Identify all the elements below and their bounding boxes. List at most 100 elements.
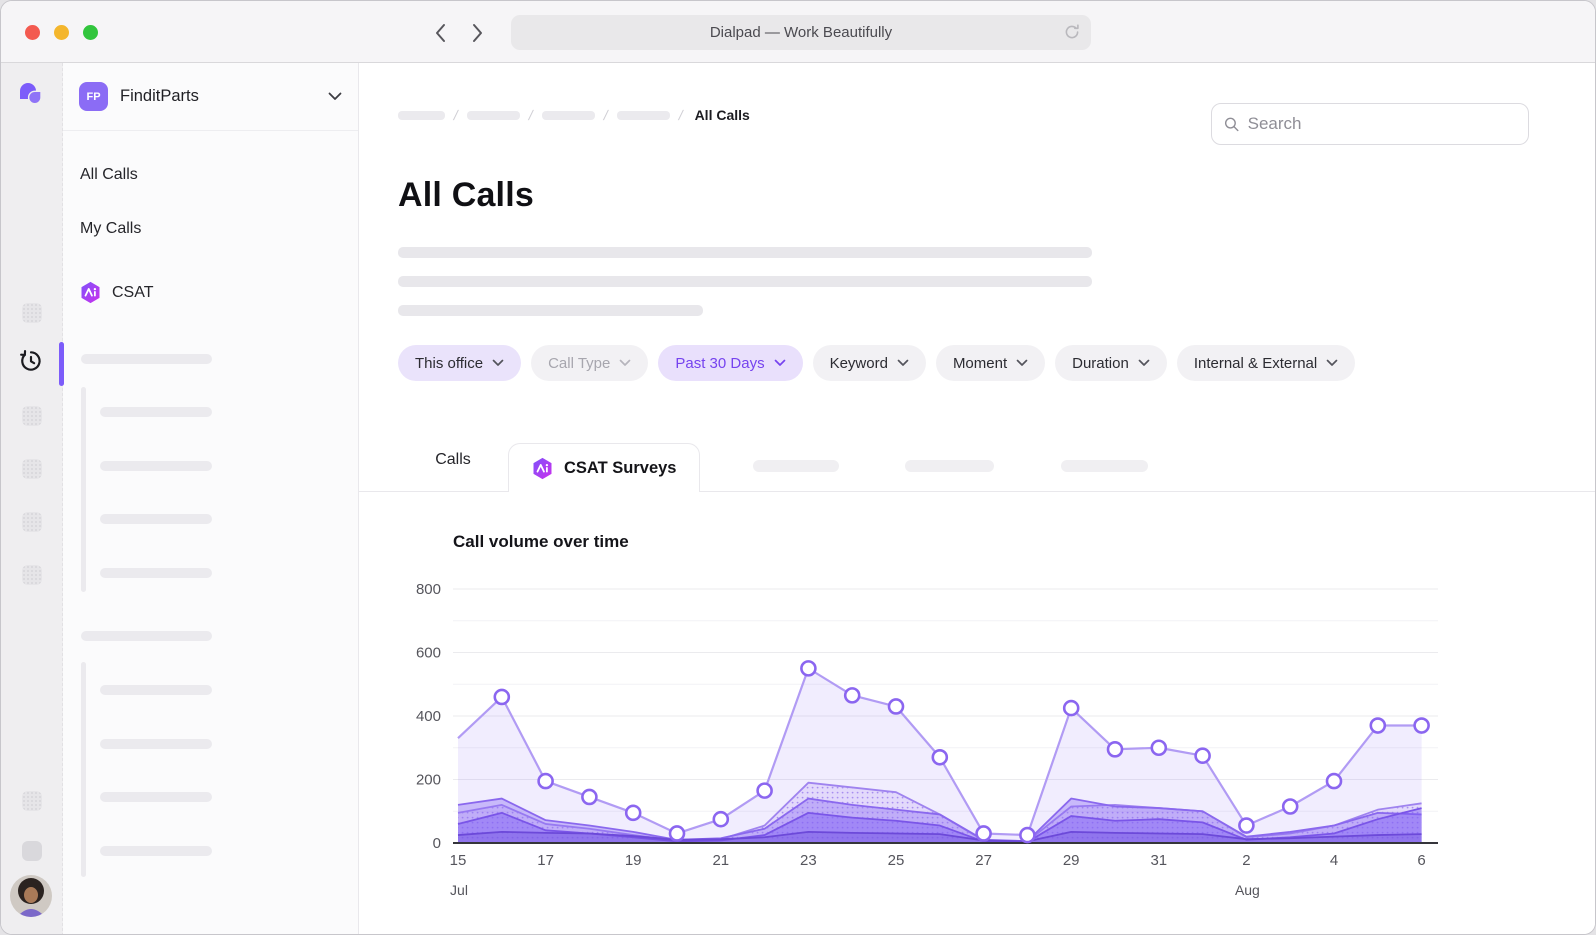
main-content: / / / / All Calls All Calls This office … — [359, 63, 1596, 935]
chevron-down-icon — [897, 359, 909, 367]
tab-label: CSAT Surveys — [564, 459, 677, 478]
sidebar-item-my-calls[interactable]: My Calls — [80, 220, 141, 238]
filter-label: Duration — [1072, 355, 1129, 372]
svg-text:Jul: Jul — [450, 882, 468, 898]
filter-label: Keyword — [830, 355, 888, 372]
chevron-down-icon — [1326, 359, 1338, 367]
chevron-left-icon — [434, 23, 446, 43]
svg-text:21: 21 — [712, 852, 729, 869]
skeleton-list-item — [100, 846, 212, 856]
skeleton-text-line — [398, 247, 1092, 258]
sidebar-item-label: CSAT — [112, 284, 153, 302]
breadcrumb-divider: / — [602, 107, 609, 123]
svg-text:Aug: Aug — [1235, 882, 1260, 898]
call-volume-chart: 020040060080015Jul17192123252729312Aug46 — [396, 561, 1456, 901]
address-bar[interactable]: Dialpad — Work Beautifully — [511, 15, 1091, 50]
reload-button[interactable] — [1063, 23, 1081, 46]
browser-window: Dialpad — Work Beautifully — [0, 0, 1596, 935]
chevron-down-icon — [619, 359, 631, 367]
svg-text:29: 29 — [1063, 852, 1080, 869]
breadcrumb-skeleton — [467, 111, 520, 120]
chevron-down-icon — [492, 359, 504, 367]
chevron-down-icon — [328, 92, 342, 101]
user-avatar[interactable] — [10, 875, 52, 917]
placeholder-icon — [22, 565, 42, 585]
breadcrumb-skeleton — [398, 111, 445, 120]
page-tab-title: Dialpad — Work Beautifully — [710, 24, 892, 41]
skeleton-group-header — [81, 354, 212, 364]
page-title: All Calls — [398, 176, 534, 215]
chevron-right-icon — [472, 23, 484, 43]
chevron-down-icon — [774, 359, 786, 367]
tab-calls[interactable]: Calls — [399, 451, 507, 469]
svg-text:23: 23 — [800, 852, 817, 869]
filter-internal-external[interactable]: Internal & External — [1177, 345, 1355, 381]
filter-label: Internal & External — [1194, 355, 1317, 372]
breadcrumb-current: All Calls — [695, 107, 750, 123]
workspace-name: FinditParts — [120, 87, 316, 106]
workspace-badge: FP — [79, 82, 108, 111]
skeleton-list-item — [100, 792, 212, 802]
skeleton-text-line — [398, 276, 1092, 287]
ai-hexagon-icon — [531, 457, 554, 480]
skeleton-list-item — [100, 739, 212, 749]
svg-text:17: 17 — [537, 852, 554, 869]
app-icon-rail — [1, 63, 63, 935]
chevron-down-icon — [1016, 359, 1028, 367]
minimize-window-button[interactable] — [54, 25, 69, 40]
breadcrumb-skeleton — [617, 111, 670, 120]
workspace-selector[interactable]: FP FinditParts — [63, 63, 358, 131]
skeleton-text-line — [398, 305, 703, 316]
svg-text:19: 19 — [625, 852, 642, 869]
filter-duration[interactable]: Duration — [1055, 345, 1167, 381]
skeleton-list-item — [100, 685, 212, 695]
chart-title: Call volume over time — [453, 532, 629, 552]
browser-back-button[interactable] — [425, 18, 455, 48]
sidebar-item-csat[interactable]: CSAT — [79, 281, 153, 304]
sidebar: FP FinditParts All Calls My Calls CSAT — [63, 63, 359, 935]
filter-label: Moment — [953, 355, 1007, 372]
filter-call-type[interactable]: Call Type — [531, 345, 648, 381]
svg-text:25: 25 — [888, 852, 905, 869]
placeholder-icon — [22, 303, 42, 323]
placeholder-icon — [22, 512, 42, 532]
filter-keyword[interactable]: Keyword — [813, 345, 926, 381]
placeholder-icon — [22, 791, 42, 811]
search-box[interactable] — [1211, 103, 1529, 145]
reload-icon — [1063, 23, 1081, 41]
skeleton-tree-line — [81, 387, 86, 592]
svg-text:200: 200 — [416, 772, 441, 789]
filter-label: Past 30 Days — [675, 355, 764, 372]
breadcrumb: / / / / All Calls — [398, 107, 750, 123]
skeleton-list-item — [100, 568, 212, 578]
window-controls — [25, 25, 98, 40]
breadcrumb-divider: / — [527, 107, 534, 123]
tab-csat-surveys[interactable]: CSAT Surveys — [508, 443, 700, 492]
filter-moment[interactable]: Moment — [936, 345, 1045, 381]
skeleton-tree-line — [81, 662, 86, 877]
search-icon — [1224, 116, 1240, 133]
zoom-window-button[interactable] — [83, 25, 98, 40]
breadcrumb-skeleton — [542, 111, 595, 120]
search-input[interactable] — [1248, 114, 1516, 134]
placeholder-icon — [22, 459, 42, 479]
close-window-button[interactable] — [25, 25, 40, 40]
chevron-down-icon — [1138, 359, 1150, 367]
skeleton-list-item — [100, 461, 212, 471]
skeleton-list-item — [100, 514, 212, 524]
breadcrumb-divider: / — [677, 107, 684, 123]
svg-text:15: 15 — [450, 852, 467, 869]
filter-date-range[interactable]: Past 30 Days — [658, 345, 802, 381]
call-history-icon[interactable] — [18, 348, 44, 374]
browser-forward-button[interactable] — [463, 18, 493, 48]
svg-text:31: 31 — [1150, 852, 1167, 869]
breadcrumb-divider: / — [452, 107, 459, 123]
filter-bar: This office Call Type Past 30 Days Keywo… — [398, 345, 1355, 381]
svg-text:2: 2 — [1242, 852, 1250, 869]
browser-titlebar: Dialpad — Work Beautifully — [1, 1, 1596, 63]
filter-office[interactable]: This office — [398, 345, 521, 381]
sidebar-item-all-calls[interactable]: All Calls — [80, 166, 138, 184]
dialpad-logo-icon[interactable] — [16, 81, 46, 114]
svg-text:400: 400 — [416, 708, 441, 725]
filter-label: This office — [415, 355, 483, 372]
